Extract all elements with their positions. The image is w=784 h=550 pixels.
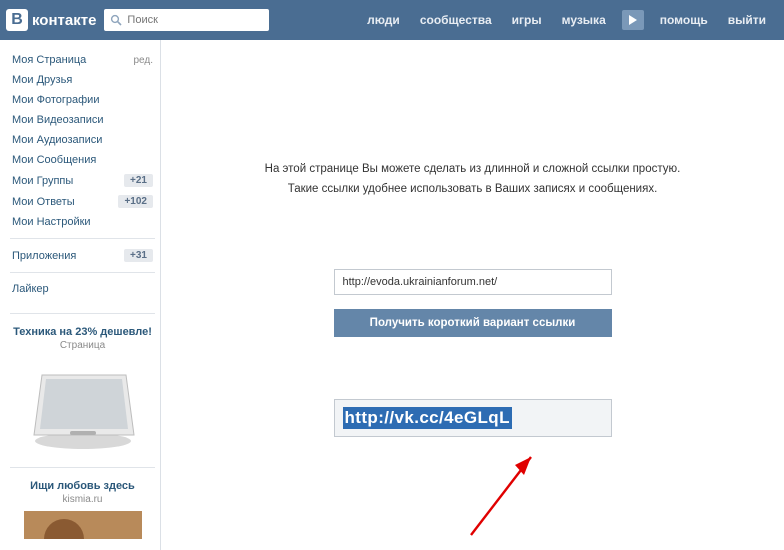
sidebar-item-groups[interactable]: Мои Группы +21 [10, 170, 155, 191]
sidebar-item-apps[interactable]: Приложения +31 [10, 245, 155, 266]
long-url-input[interactable] [334, 269, 612, 295]
nav-games[interactable]: игры [502, 13, 552, 27]
description: На этой странице Вы можете сделать из дл… [191, 160, 754, 199]
logo[interactable]: B контакте [6, 9, 104, 31]
ad-subtitle: kismia.ru [10, 494, 155, 505]
sidebar-item-label: Моя Страница [12, 54, 86, 66]
sidebar-item-label: Мои Видеозаписи [12, 114, 104, 126]
sidebar-item-label: Приложения [12, 250, 76, 262]
search-input[interactable] [122, 14, 263, 26]
sidebar-count-badge[interactable]: +21 [124, 174, 153, 187]
main-content: На этой странице Вы можете сделать из дл… [160, 40, 784, 550]
sidebar-item-label: Лайкер [12, 283, 49, 295]
sidebar-item-audio[interactable]: Мои Аудиозаписи [10, 130, 155, 150]
ad-image [24, 357, 142, 453]
nav-play-button[interactable] [622, 10, 644, 30]
sidebar-count-badge[interactable]: +31 [124, 249, 153, 262]
sidebar-separator [10, 272, 155, 273]
short-url-result[interactable]: http://vk.cc/4eGLqL [334, 399, 612, 437]
sidebar-item-label: Мои Друзья [12, 74, 72, 86]
sidebar-item-tag[interactable]: ред. [133, 55, 153, 66]
ad-block[interactable]: Техника на 23% дешевле! Страница [10, 313, 155, 453]
shorten-button[interactable]: Получить короткий вариант ссылки [334, 309, 612, 337]
search-icon [110, 14, 122, 26]
sidebar: Моя Страница ред. Мои Друзья Мои Фотогра… [0, 40, 160, 550]
top-nav: люди сообщества игры музыка помощь выйти [357, 10, 776, 30]
sidebar-item-settings[interactable]: Мои Настройки [10, 212, 155, 232]
play-icon [628, 15, 637, 25]
nav-help[interactable]: помощь [650, 13, 718, 27]
sidebar-item-messages[interactable]: Мои Сообщения [10, 150, 155, 170]
nav-communities[interactable]: сообщества [410, 13, 502, 27]
search-box[interactable] [104, 9, 269, 31]
sidebar-item-label: Мои Фотографии [12, 94, 99, 106]
short-url-text: http://vk.cc/4eGLqL [343, 407, 512, 429]
logo-text: контакте [32, 12, 96, 29]
sidebar-item-label: Мои Настройки [12, 216, 91, 228]
sidebar-item-label: Мои Сообщения [12, 154, 96, 166]
nav-people[interactable]: люди [357, 13, 410, 27]
ad-title: Ищи любовь здесь [10, 480, 155, 492]
description-line-2: Такие ссылки удобнее использовать в Ваши… [191, 180, 754, 200]
ad-title: Техника на 23% дешевле! [10, 326, 155, 338]
sidebar-item-label: Мои Аудиозаписи [12, 134, 102, 146]
ad-image [24, 511, 142, 539]
annotation-arrow-icon [461, 435, 581, 545]
ad-subtitle: Страница [10, 340, 155, 351]
sidebar-item-label: Мои Ответы [12, 196, 75, 208]
sidebar-item-photos[interactable]: Мои Фотографии [10, 90, 155, 110]
description-line-1: На этой странице Вы можете сделать из дл… [191, 160, 754, 180]
sidebar-item-liker[interactable]: Лайкер [10, 279, 155, 299]
sidebar-separator [10, 238, 155, 239]
ad-block[interactable]: Ищи любовь здесь kismia.ru [10, 467, 155, 539]
nav-logout[interactable]: выйти [718, 13, 776, 27]
sidebar-count-badge[interactable]: +102 [118, 195, 153, 208]
nav-music[interactable]: музыка [552, 13, 616, 27]
sidebar-item-videos[interactable]: Мои Видеозаписи [10, 110, 155, 130]
sidebar-item-friends[interactable]: Мои Друзья [10, 70, 155, 90]
sidebar-item-label: Мои Группы [12, 175, 73, 187]
sidebar-item-answers[interactable]: Мои Ответы +102 [10, 191, 155, 212]
sidebar-item-my-page[interactable]: Моя Страница ред. [10, 50, 155, 70]
logo-badge: B [6, 9, 28, 31]
top-header: B контакте люди сообщества игры музыка п… [0, 0, 784, 40]
